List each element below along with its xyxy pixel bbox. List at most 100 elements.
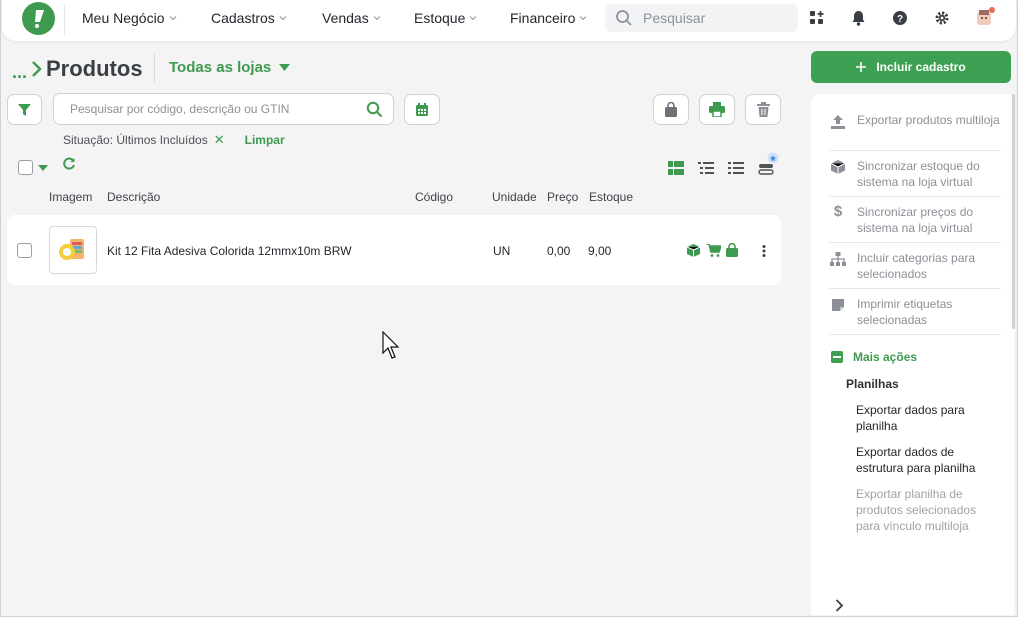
export-spreadsheet-link[interactable]: Exportar dados para planilha xyxy=(856,402,996,434)
column-settings-icon[interactable] xyxy=(757,151,781,175)
nav-divider xyxy=(64,5,65,35)
shopping-bag-icon xyxy=(665,102,677,117)
action-export-multistore[interactable]: Exportar produtos multiloja xyxy=(829,112,1001,129)
bell-icon[interactable] xyxy=(849,9,867,27)
chevron-right-icon[interactable] xyxy=(835,599,844,612)
global-search-placeholder: Pesquisar xyxy=(643,10,706,26)
caret-down-icon xyxy=(279,64,291,71)
chevron-down-icon xyxy=(169,16,176,21)
nav-item-meu-negocio[interactable]: Meu Negócio xyxy=(82,10,177,26)
situation-filter-label: Situação: Últimos Incluídos xyxy=(63,133,208,147)
chevron-down-icon xyxy=(373,16,381,21)
top-navigation-bar: Meu Negócio Cadastros Vendas Estoque Fin… xyxy=(2,0,1016,41)
divider xyxy=(829,242,1001,243)
export-multistore-spreadsheet-link: Exportar planilha de produtos selecionad… xyxy=(856,487,977,533)
more-actions-toggle[interactable]: Mais ações xyxy=(831,350,917,364)
search-icon[interactable] xyxy=(366,101,383,118)
search-icon xyxy=(616,10,632,26)
select-options-caret-icon[interactable] xyxy=(38,165,48,171)
store-selector[interactable]: Todas as lojas xyxy=(169,59,291,76)
panel-scrollbar[interactable] xyxy=(1012,94,1015,329)
nav-label: Cadastros xyxy=(211,10,275,26)
dollar-icon: $ xyxy=(833,203,843,220)
tape-image-icon xyxy=(59,239,84,260)
more-actions-label: Mais ações xyxy=(853,350,918,364)
nav-label: Meu Negócio xyxy=(82,10,165,26)
active-filter-chip: Situação: Últimos Incluídos ✕ Limpar xyxy=(63,132,285,148)
product-search-placeholder: Pesquisar por código, descrição ou GTIN xyxy=(70,102,290,116)
filter-button[interactable] xyxy=(7,94,42,125)
row-checkbox[interactable] xyxy=(17,243,32,258)
nav-item-vendas[interactable]: Vendas xyxy=(322,10,381,26)
bag-status-icon[interactable] xyxy=(726,243,738,257)
mouse-cursor-icon xyxy=(382,331,400,359)
action-sync-prices[interactable]: $ Sincronizar preços do sistema na loja … xyxy=(829,204,1001,236)
nav-label: Financeiro xyxy=(510,10,576,26)
chevron-down-icon xyxy=(579,16,587,21)
nav-item-cadastros[interactable]: Cadastros xyxy=(211,10,287,26)
hierarchy-icon xyxy=(830,252,846,266)
select-all-checkbox[interactable] xyxy=(18,160,33,175)
product-thumbnail[interactable] xyxy=(49,226,97,274)
calendar-icon xyxy=(416,102,428,116)
title-divider xyxy=(154,54,155,82)
action-sync-stock[interactable]: Sincronizar estoque do sistema na loja v… xyxy=(829,158,1001,190)
box-status-icon[interactable] xyxy=(687,244,700,257)
clear-filters-link[interactable]: Limpar xyxy=(245,133,285,147)
product-stock: 9,00 xyxy=(588,244,612,258)
divider xyxy=(829,150,1001,151)
card-view-icon[interactable] xyxy=(668,161,684,175)
box-icon xyxy=(831,160,845,174)
column-header-stock[interactable]: Estoque xyxy=(589,190,633,204)
action-label: Imprimir etiquetas selecionadas xyxy=(857,297,953,327)
apps-icon[interactable] xyxy=(808,9,826,27)
funnel-icon xyxy=(18,103,31,116)
remove-filter-icon[interactable]: ✕ xyxy=(214,132,225,148)
page-title: Produtos xyxy=(46,56,143,81)
include-record-label: Incluir cadastro xyxy=(876,60,966,74)
column-header-description[interactable]: Descrição xyxy=(107,190,160,204)
nav-item-financeiro[interactable]: Financeiro xyxy=(510,10,587,26)
print-button[interactable] xyxy=(699,94,735,125)
breadcrumb-ellipsis[interactable]: ... xyxy=(12,62,27,83)
svg-text:?: ? xyxy=(897,14,903,25)
product-search-input[interactable]: Pesquisar por código, descrição ou GTIN xyxy=(53,93,394,125)
app-logo[interactable] xyxy=(22,2,55,35)
plus-icon xyxy=(856,62,867,72)
divider xyxy=(829,288,1001,289)
column-header-image: Imagem xyxy=(49,190,93,204)
cart-status-icon[interactable] xyxy=(706,244,721,257)
column-header-code[interactable]: Código xyxy=(415,190,453,204)
list-view-icon[interactable] xyxy=(698,162,714,175)
store-selector-label: Todas as lojas xyxy=(169,59,272,76)
divider xyxy=(829,196,1001,197)
compact-list-view-icon[interactable] xyxy=(728,162,744,175)
shopping-bag-button[interactable] xyxy=(653,94,689,125)
action-label: Sincronizar preços do sistema na loja vi… xyxy=(857,205,974,235)
global-search-input[interactable]: Pesquisar xyxy=(605,4,798,32)
column-header-price[interactable]: Preço xyxy=(547,190,578,204)
action-label: Incluir categorias para selecionados xyxy=(857,251,976,281)
kebab-menu-icon[interactable] xyxy=(762,245,766,257)
export-structure-spreadsheet-link[interactable]: Exportar dados de estrutura para planilh… xyxy=(856,444,996,476)
action-print-labels[interactable]: Imprimir etiquetas selecionadas xyxy=(829,296,1001,328)
include-record-button[interactable]: Incluir cadastro xyxy=(811,51,1011,83)
product-price: 0,00 xyxy=(547,244,571,258)
product-unit: UN xyxy=(493,244,511,258)
delete-button[interactable] xyxy=(745,94,781,125)
date-filter-button[interactable] xyxy=(404,94,440,125)
nav-item-estoque[interactable]: Estoque xyxy=(414,10,477,26)
printer-icon xyxy=(709,102,725,117)
collapse-icon xyxy=(831,351,843,363)
product-description[interactable]: Kit 12 Fita Adesiva Colorida 12mmx10m BR… xyxy=(107,244,352,258)
help-icon[interactable]: ? xyxy=(891,9,909,27)
refresh-icon[interactable] xyxy=(62,157,76,171)
action-include-categories[interactable]: Incluir categorias para selecionados xyxy=(829,250,1001,282)
action-label: Exportar produtos multiloja xyxy=(857,113,1000,127)
column-header-unit[interactable]: Unidade xyxy=(492,190,537,204)
spreadsheets-heading: Planilhas xyxy=(846,377,899,391)
chevron-down-icon xyxy=(279,16,287,21)
user-avatar[interactable] xyxy=(974,6,996,28)
action-label: Sincronizar estoque do sistema na loja v… xyxy=(857,159,980,189)
gear-icon[interactable] xyxy=(933,9,951,27)
